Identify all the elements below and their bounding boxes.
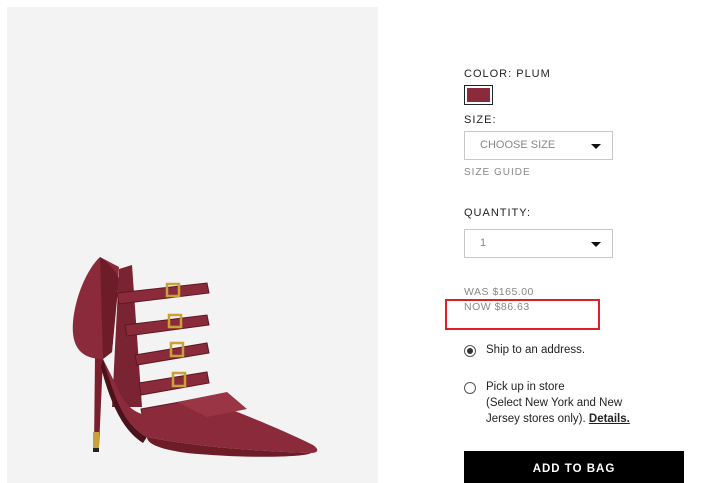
quantity-select-value: 1: [480, 237, 487, 249]
size-select-value: CHOOSE SIZE: [480, 139, 556, 151]
chevron-down-icon: [591, 242, 601, 247]
price-highlight-box: [445, 299, 600, 330]
ship-to-address-label: Ship to an address.: [486, 344, 586, 356]
product-options-panel: COLOR: PLUM SIZE: CHOOSE SIZE SIZE GUIDE…: [464, 0, 709, 483]
size-select[interactable]: CHOOSE SIZE: [464, 131, 613, 160]
pick-up-in-store-label: Pick up in store (Select New York and Ne…: [486, 379, 630, 427]
details-link[interactable]: Details.: [589, 413, 630, 425]
product-page: COLOR: PLUM SIZE: CHOOSE SIZE SIZE GUIDE…: [0, 0, 709, 483]
pick-up-line-3: Jersey stores only). Details.: [486, 411, 630, 427]
quantity-select[interactable]: 1: [464, 229, 613, 258]
quantity-label: QUANTITY:: [464, 207, 532, 219]
was-price: WAS $165.00: [464, 286, 534, 298]
pick-up-line-1: Pick up in store: [486, 381, 565, 393]
product-image: [7, 7, 378, 483]
color-swatch-plum[interactable]: [464, 85, 493, 105]
ship-to-address-radio[interactable]: [464, 345, 476, 357]
pick-up-in-store-radio[interactable]: [464, 382, 476, 394]
pick-up-line-3-text: Jersey stores only).: [486, 413, 586, 425]
add-to-bag-button[interactable]: ADD TO BAG: [464, 451, 684, 483]
size-guide-link[interactable]: SIZE GUIDE: [464, 167, 531, 178]
shoe-image: [72, 257, 318, 457]
chevron-down-icon: [591, 144, 601, 149]
color-label: COLOR: PLUM: [464, 68, 551, 80]
swatch-fill: [467, 88, 490, 102]
pick-up-line-2: (Select New York and New: [486, 397, 623, 409]
size-label: SIZE:: [464, 114, 497, 126]
